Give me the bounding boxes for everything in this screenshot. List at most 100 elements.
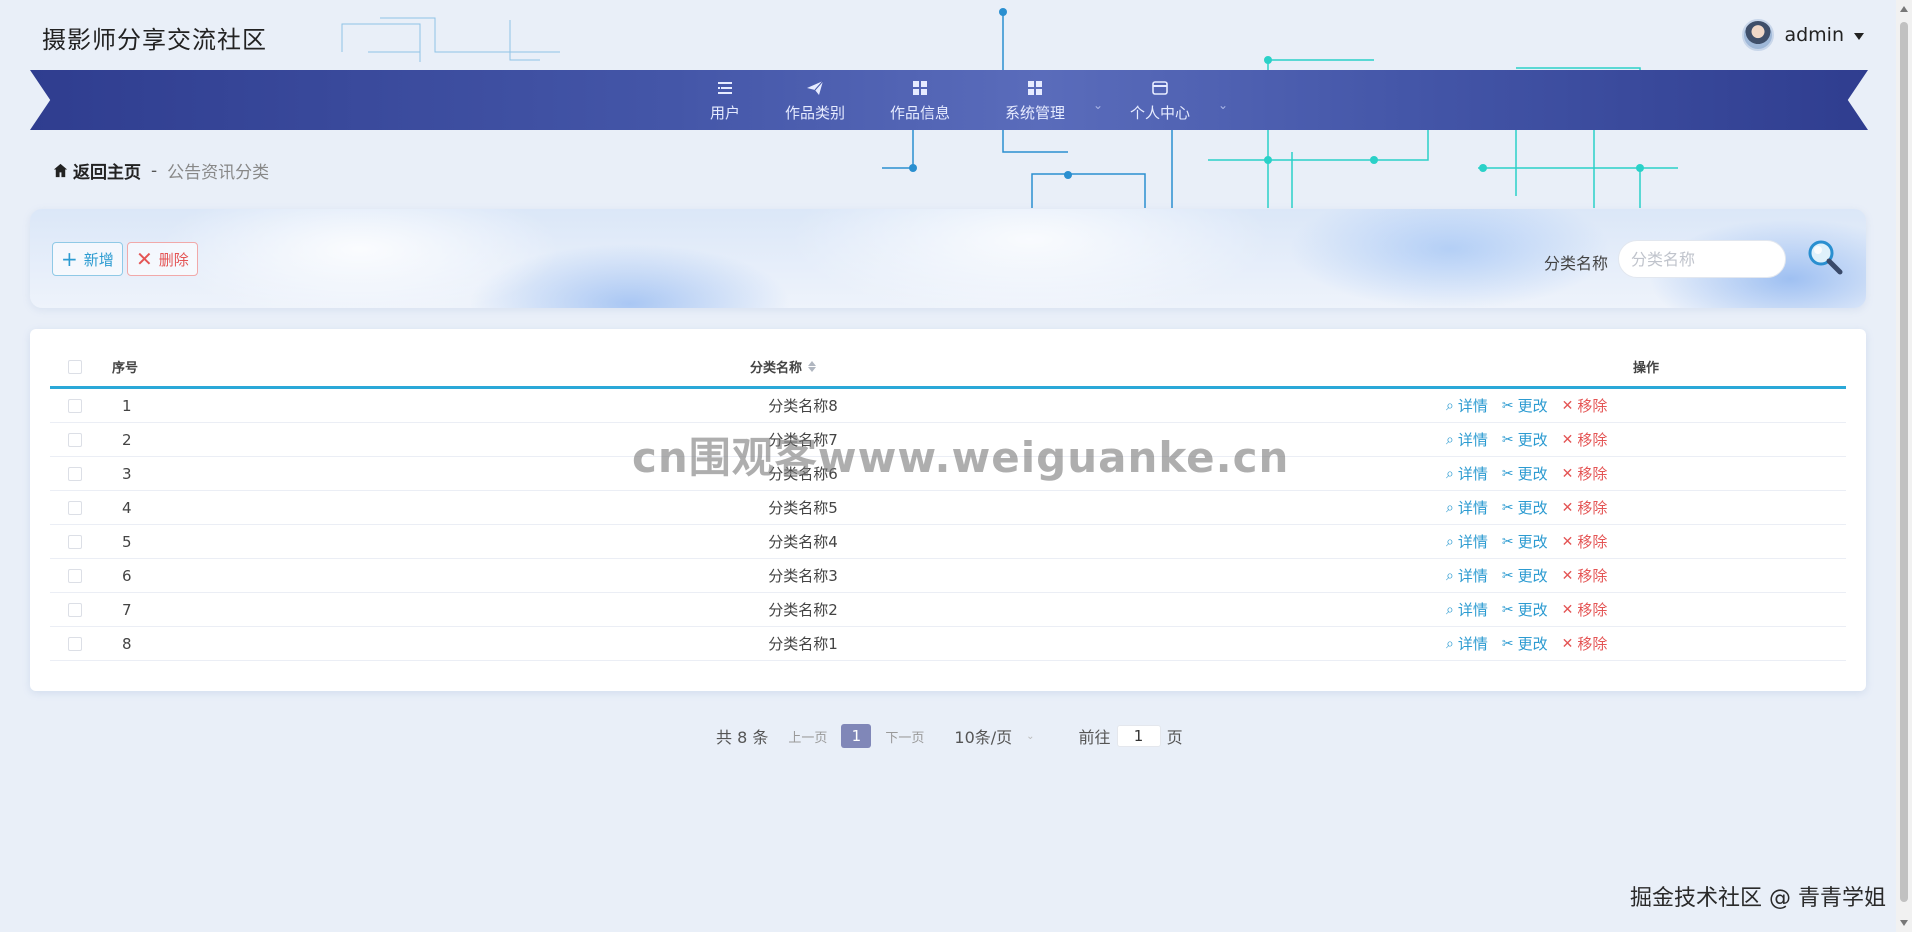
table-body: 1 分类名称8 ⌕ 详情 ✂ 更改 ✕ 移除 2 分类名称7 ⌕ 详情 ✂ 更改… (50, 389, 1846, 661)
row-actions: ⌕ 详情 ✂ 更改 ✕ 移除 (1446, 497, 1846, 518)
nav-item-users[interactable]: 用户 (690, 70, 760, 130)
edit-label: 更改 (1517, 567, 1548, 585)
detail-button[interactable]: ⌕ 详情 (1446, 565, 1488, 586)
detail-button[interactable]: ⌕ 详情 (1446, 599, 1488, 620)
row-checkbox[interactable] (68, 466, 82, 481)
row-actions: ⌕ 详情 ✂ 更改 ✕ 移除 (1446, 395, 1846, 416)
scrollbar[interactable] (1896, 0, 1912, 932)
row-category-name: 分类名称4 (768, 533, 838, 551)
search-icon[interactable] (1805, 237, 1845, 277)
edit-icon: ✂ (1501, 635, 1514, 652)
edit-button[interactable]: ✂ 更改 (1502, 565, 1548, 586)
row-index: 4 (122, 498, 132, 517)
row-actions: ⌕ 详情 ✂ 更改 ✕ 移除 (1446, 633, 1846, 654)
nav-item-categories[interactable]: 作品类别 (765, 70, 865, 130)
page-number-current[interactable]: 1 (841, 724, 872, 748)
add-button[interactable]: + 新增 (52, 242, 123, 276)
scrollbar-thumb[interactable] (1900, 22, 1908, 902)
remove-button[interactable]: ✕ 移除 (1562, 531, 1608, 552)
detail-label: 详情 (1457, 635, 1488, 653)
row-index: 6 (122, 566, 132, 585)
detail-button[interactable]: ⌕ 详情 (1446, 633, 1488, 654)
remove-button[interactable]: ✕ 移除 (1562, 565, 1608, 586)
detail-icon: ⌕ (1446, 567, 1454, 584)
user-name: admin (1784, 24, 1844, 46)
table-row: 2 分类名称7 ⌕ 详情 ✂ 更改 ✕ 移除 (50, 423, 1846, 457)
header-ops: 操作 (1632, 361, 1659, 376)
avatar (1742, 19, 1775, 51)
row-checkbox[interactable] (68, 398, 82, 413)
edit-icon: ✂ (1501, 601, 1514, 618)
remove-button[interactable]: ✕ 移除 (1562, 497, 1608, 518)
edit-icon: ✂ (1501, 567, 1514, 584)
table-row: 6 分类名称3 ⌕ 详情 ✂ 更改 ✕ 移除 (50, 559, 1846, 593)
close-icon: ✕ (1561, 601, 1574, 618)
detail-label: 详情 (1457, 397, 1488, 415)
nav-item-system[interactable]: 系统管理 ⌄ (985, 70, 1103, 130)
scroll-up-icon[interactable] (1900, 6, 1908, 12)
remove-label: 移除 (1577, 499, 1608, 517)
user-menu[interactable]: admin (1742, 18, 1864, 52)
detail-icon: ⌕ (1446, 499, 1454, 516)
edit-icon: ✂ (1501, 465, 1514, 482)
detail-button[interactable]: ⌕ 详情 (1446, 463, 1488, 484)
row-actions: ⌕ 详情 ✂ 更改 ✕ 移除 (1446, 565, 1846, 586)
table-row: 7 分类名称2 ⌕ 详情 ✂ 更改 ✕ 移除 (50, 593, 1846, 627)
close-icon: ✕ (136, 247, 153, 271)
edit-button[interactable]: ✂ 更改 (1502, 429, 1548, 450)
caret-down-icon (1854, 32, 1864, 40)
remove-button[interactable]: ✕ 移除 (1562, 395, 1608, 416)
page-size-select[interactable]: 10条/页 ⌄ (954, 724, 1034, 748)
remove-button[interactable]: ✕ 移除 (1562, 463, 1608, 484)
detail-button[interactable]: ⌕ 详情 (1446, 395, 1488, 416)
close-icon: ✕ (1561, 635, 1574, 652)
row-checkbox[interactable] (68, 500, 82, 515)
row-category-name: 分类名称7 (768, 431, 838, 449)
watermark-corner: 掘金技术社区 @ 青青学姐 (1630, 886, 1886, 911)
remove-button[interactable]: ✕ 移除 (1562, 633, 1608, 654)
edit-button[interactable]: ✂ 更改 (1502, 497, 1548, 518)
prev-page-button[interactable]: 上一页 (788, 727, 827, 746)
detail-button[interactable]: ⌕ 详情 (1446, 531, 1488, 552)
detail-button[interactable]: ⌕ 详情 (1446, 497, 1488, 518)
goto-suffix: 页 (1166, 728, 1183, 747)
row-checkbox[interactable] (68, 432, 82, 447)
remove-button[interactable]: ✕ 移除 (1562, 599, 1608, 620)
breadcrumb: 返回主页 - 公告资讯分类 (52, 158, 269, 183)
detail-icon: ⌕ (1446, 397, 1454, 414)
row-checkbox[interactable] (68, 636, 82, 651)
edit-button[interactable]: ✂ 更改 (1502, 531, 1548, 552)
delete-button[interactable]: ✕ 删除 (127, 242, 198, 276)
remove-label: 移除 (1577, 533, 1608, 551)
select-all-checkbox[interactable] (68, 359, 82, 374)
edit-button[interactable]: ✂ 更改 (1502, 633, 1548, 654)
close-icon: ✕ (1561, 499, 1574, 516)
detail-label: 详情 (1457, 499, 1488, 517)
nav-item-profile[interactable]: 个人中心 ⌄ (1110, 70, 1228, 130)
row-category-name: 分类名称2 (768, 601, 838, 619)
row-category-name: 分类名称8 (768, 397, 838, 415)
category-name-input[interactable] (1618, 240, 1786, 278)
row-category-name: 分类名称3 (768, 567, 838, 585)
row-actions: ⌕ 详情 ✂ 更改 ✕ 移除 (1446, 463, 1846, 484)
breadcrumb-home[interactable]: 返回主页 (52, 158, 141, 183)
next-page-button[interactable]: 下一页 (885, 727, 924, 746)
sort-icon[interactable] (808, 361, 816, 372)
row-checkbox[interactable] (68, 534, 82, 549)
scroll-down-icon[interactable] (1900, 920, 1908, 926)
grid-icon (913, 80, 927, 95)
row-actions: ⌕ 详情 ✂ 更改 ✕ 移除 (1446, 599, 1846, 620)
edit-button[interactable]: ✂ 更改 (1502, 599, 1548, 620)
edit-button[interactable]: ✂ 更改 (1502, 395, 1548, 416)
remove-button[interactable]: ✕ 移除 (1562, 429, 1608, 450)
row-checkbox[interactable] (68, 568, 82, 583)
edit-label: 更改 (1517, 635, 1548, 653)
edit-button[interactable]: ✂ 更改 (1502, 463, 1548, 484)
row-checkbox[interactable] (68, 602, 82, 617)
nav-item-works[interactable]: 作品信息 (870, 70, 970, 130)
row-category-name: 分类名称1 (768, 635, 838, 653)
detail-label: 详情 (1457, 431, 1488, 449)
goto-page-input[interactable] (1116, 725, 1161, 747)
detail-button[interactable]: ⌕ 详情 (1446, 429, 1488, 450)
header-name[interactable]: 分类名称 (160, 357, 1446, 376)
